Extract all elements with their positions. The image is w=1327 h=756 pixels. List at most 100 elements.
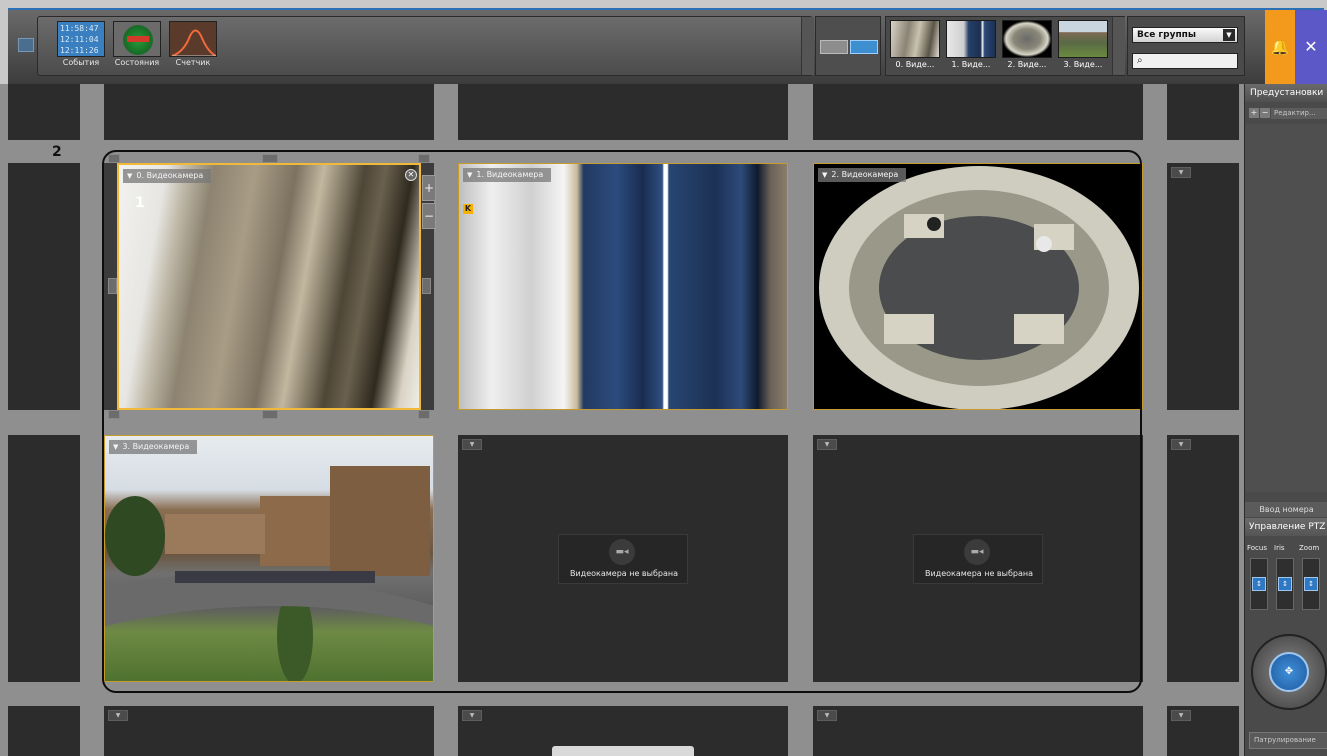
camera-title-label: 0. Видеокамера bbox=[136, 171, 204, 180]
slider-knob[interactable]: ↕ bbox=[1252, 577, 1266, 591]
video-cell[interactable] bbox=[8, 435, 80, 682]
video-cell[interactable] bbox=[8, 163, 80, 410]
resize-corner-handle[interactable] bbox=[418, 154, 430, 163]
video-cell[interactable]: ▼ bbox=[1167, 706, 1239, 756]
widgets-panel: 11:58:47 12:11:04 12:11:26 События Состо… bbox=[37, 16, 814, 76]
cell-menu-button[interactable]: ▼ bbox=[462, 710, 482, 721]
video-cell[interactable] bbox=[1167, 84, 1239, 140]
zoom-out-button[interactable]: − bbox=[422, 203, 436, 229]
cell-menu-button[interactable]: ▼ bbox=[1171, 167, 1191, 178]
chevron-down-icon[interactable]: ▼ bbox=[1223, 29, 1235, 41]
resize-top-handle[interactable] bbox=[262, 154, 278, 163]
slider-knob[interactable]: ↕ bbox=[1278, 577, 1292, 591]
video-cell-cam0[interactable]: ▼ 0. Видеокамера ✕ 1 bbox=[104, 163, 434, 410]
close-icon[interactable]: ✕ bbox=[405, 169, 417, 181]
event-time: 11:58:47 bbox=[60, 24, 99, 33]
bottom-panel-tab[interactable] bbox=[552, 746, 694, 756]
camera-title[interactable]: ▼ 1. Видеокамера bbox=[463, 168, 552, 182]
camera-thumb-1[interactable]: 1. Виде... bbox=[946, 20, 996, 74]
counter-label: Счетчик bbox=[175, 58, 211, 67]
counter-graph-icon bbox=[171, 29, 216, 56]
camera-title[interactable]: ▼ 3. Видеокамера bbox=[109, 440, 198, 454]
camera-title[interactable]: ▼ 0. Видеокамера bbox=[123, 169, 212, 183]
number-input-button[interactable]: Ввод номера bbox=[1245, 502, 1327, 517]
no-camera-placeholder[interactable]: ▬◂ Видеокамера не выбрана bbox=[558, 534, 688, 584]
camera-preview bbox=[1002, 20, 1052, 58]
video-cell[interactable] bbox=[8, 84, 80, 140]
cell-menu-button[interactable]: ▼ bbox=[817, 710, 837, 721]
camera-search-input[interactable]: ⌕ bbox=[1132, 53, 1238, 69]
video-cell-cam1[interactable]: ▼ 1. Видеокамера K bbox=[458, 163, 788, 410]
edit-preset-button[interactable]: Редактир... bbox=[1271, 108, 1327, 119]
counter-thumbnail bbox=[169, 21, 217, 57]
group-select[interactable]: Все группы ▼ bbox=[1132, 27, 1238, 43]
cell-menu-button[interactable]: ▼ bbox=[817, 439, 837, 450]
chevron-down-icon[interactable]: ▼ bbox=[113, 440, 118, 454]
events-widget[interactable]: 11:58:47 12:11:04 12:11:26 События bbox=[56, 21, 106, 73]
resize-corner-handle[interactable] bbox=[108, 410, 120, 419]
layouts-selector[interactable] bbox=[815, 16, 881, 76]
remove-preset-button[interactable]: − bbox=[1260, 108, 1270, 118]
video-cell[interactable] bbox=[458, 84, 788, 140]
video-cell[interactable]: ▼ bbox=[813, 706, 1143, 756]
camera-icon: ▬◂ bbox=[964, 539, 990, 565]
resize-corner-handle[interactable] bbox=[108, 154, 120, 163]
cell-menu-button[interactable]: ▼ bbox=[108, 710, 128, 721]
camera-video-3[interactable]: ▼ 3. Видеокамера bbox=[104, 435, 434, 682]
video-cell[interactable]: ▼ bbox=[1167, 435, 1239, 682]
video-cell-cam3[interactable]: ▼ 3. Видеокамера bbox=[104, 435, 434, 682]
camera-video-0[interactable]: ▼ 0. Видеокамера ✕ 1 bbox=[117, 163, 421, 410]
camera-thumb-0[interactable]: 0. Виде... bbox=[890, 20, 940, 74]
joystick-center-icon[interactable]: ✥ bbox=[1269, 652, 1309, 692]
settings-tools-icon[interactable]: ✕ bbox=[1295, 10, 1327, 84]
chevron-down-icon[interactable]: ▼ bbox=[127, 169, 132, 183]
resize-bottom-handle[interactable] bbox=[262, 410, 278, 419]
camera-thumb-2[interactable]: 2. Виде... bbox=[1002, 20, 1052, 74]
cameras-scrollbar[interactable] bbox=[1112, 17, 1125, 75]
layout-option-active[interactable] bbox=[850, 40, 878, 54]
camera-thumb-label: 3. Виде... bbox=[1063, 60, 1103, 69]
resize-right-handle[interactable] bbox=[422, 278, 431, 294]
ptz-joystick[interactable]: ✥ bbox=[1251, 634, 1327, 710]
resize-left-handle[interactable] bbox=[108, 278, 117, 294]
presets-list[interactable] bbox=[1245, 124, 1327, 492]
no-camera-label: Видеокамера не выбрана bbox=[924, 569, 1034, 578]
layout-option[interactable] bbox=[820, 40, 848, 54]
camera-title[interactable]: ▼ 2. Видеокамера bbox=[818, 168, 907, 182]
resize-corner-handle[interactable] bbox=[418, 410, 430, 419]
add-preset-button[interactable]: + bbox=[1249, 108, 1259, 118]
counter-widget[interactable]: Счетчик bbox=[168, 21, 218, 73]
group-select-value: Все группы bbox=[1137, 30, 1197, 40]
focus-slider[interactable]: ↕ bbox=[1250, 558, 1268, 610]
video-cell[interactable]: ▼ bbox=[1167, 163, 1239, 410]
zoom-in-button[interactable]: + bbox=[422, 175, 436, 201]
chevron-down-icon[interactable]: ▼ bbox=[467, 168, 472, 182]
video-cell-empty[interactable]: ▼ ▬◂ Видеокамера не выбрана bbox=[813, 435, 1143, 682]
video-cell-cam2[interactable]: ▼ 2. Видеокамера bbox=[813, 163, 1143, 410]
video-cell[interactable] bbox=[104, 84, 434, 140]
widgets-scrollbar[interactable] bbox=[801, 17, 814, 75]
alarm-bell-icon[interactable]: 🔔 bbox=[1265, 10, 1295, 84]
no-camera-placeholder[interactable]: ▬◂ Видеокамера не выбрана bbox=[913, 534, 1043, 584]
camera-video-2[interactable]: ▼ 2. Видеокамера bbox=[813, 163, 1143, 410]
chevron-down-icon[interactable]: ▼ bbox=[822, 168, 827, 182]
layout-grid-icon[interactable] bbox=[18, 38, 34, 52]
iris-slider[interactable]: ↕ bbox=[1276, 558, 1294, 610]
video-cell[interactable] bbox=[813, 84, 1143, 140]
zoom-slider[interactable]: ↕ bbox=[1302, 558, 1320, 610]
video-cell-empty[interactable]: ▼ ▬◂ Видеокамера не выбрана bbox=[458, 435, 788, 682]
states-widget[interactable]: Состояния bbox=[112, 21, 162, 73]
video-cell[interactable]: ▼ bbox=[104, 706, 434, 756]
cell-menu-button[interactable]: ▼ bbox=[1171, 710, 1191, 721]
video-cell[interactable] bbox=[8, 706, 80, 756]
states-label: Состояния bbox=[114, 58, 160, 67]
camera-thumb-3[interactable]: 3. Виде... bbox=[1058, 20, 1108, 74]
slider-knob[interactable]: ↕ bbox=[1304, 577, 1318, 591]
camera-video-1[interactable]: ▼ 1. Видеокамера K bbox=[458, 163, 788, 410]
cell-menu-button[interactable]: ▼ bbox=[1171, 439, 1191, 450]
patrol-button[interactable]: Патрулирование bbox=[1249, 732, 1327, 749]
top-toolbar: ≡ 11:58:47 12:11:04 12:11:26 События Сос… bbox=[0, 0, 1327, 84]
right-panel: Предустановки + − Редактир... Ввод номер… bbox=[1244, 84, 1327, 756]
presets-title: Предустановки bbox=[1245, 84, 1327, 102]
cell-menu-button[interactable]: ▼ bbox=[462, 439, 482, 450]
